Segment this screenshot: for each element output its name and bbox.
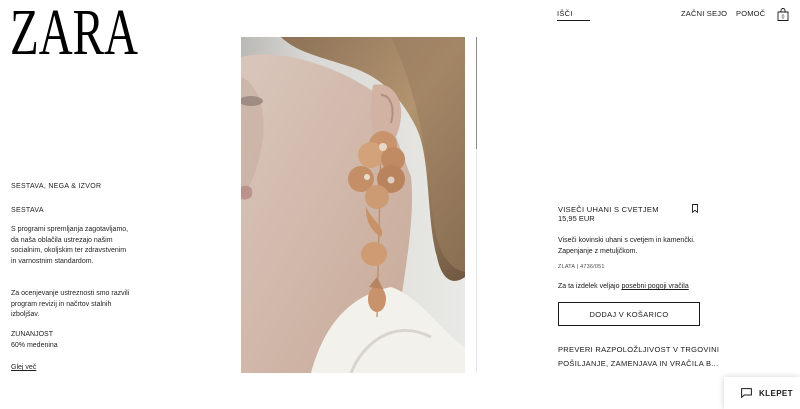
add-to-cart-button[interactable]: DODAJ V KOŠARICO <box>558 302 700 326</box>
composition-outer-value: 60% medenina <box>11 342 58 349</box>
login-link[interactable]: ZAČNI SEJO <box>681 9 727 18</box>
composition-subtitle: SESTAVA <box>11 207 44 214</box>
chat-label: KLEPET <box>759 388 793 398</box>
shipping-returns-link[interactable]: POŠILJANJE, ZAMENJAVA IN VRAČILA B... <box>558 359 718 368</box>
help-link[interactable]: POMOČ <box>736 9 765 18</box>
product-description: Viseči kovinski uhani s cvetjem in kamen… <box>558 237 695 255</box>
returns-prefix: Za ta izdelek veljajo <box>558 283 620 290</box>
composition-paragraph: Za ocenjevanje ustreznosti smo razvili p… <box>11 290 130 318</box>
bookmark-icon[interactable] <box>692 204 698 213</box>
special-returns-link[interactable]: posebni pogoji vračila <box>621 283 688 290</box>
logo-text: ZARA <box>10 4 138 56</box>
product-image[interactable] <box>241 37 465 373</box>
composition-title: SESTAVA, NEGA & IZVOR <box>11 183 102 190</box>
zara-logo[interactable]: ZARA <box>10 4 138 56</box>
returns-note: Za ta izdelek veljajo posebni pogoji vra… <box>558 283 689 290</box>
composition-outer-label: ZUNANJOST <box>11 331 53 338</box>
image-scroll-thumb[interactable] <box>476 37 477 149</box>
shopping-bag-icon[interactable]: 0 <box>777 8 789 21</box>
chat-bubble-icon <box>741 388 752 398</box>
composition-paragraph: S programi spremljanja zagotavljamo, da … <box>11 226 129 265</box>
see-more-link[interactable]: Glej več <box>11 363 131 374</box>
product-price: 15,95 EUR <box>558 214 595 223</box>
chat-button[interactable]: KLEPET <box>724 377 800 409</box>
check-store-availability-link[interactable]: PREVERI RAZPOLOŽLJIVOST V TRGOVINI <box>558 345 719 354</box>
product-name: VISEČI UHANI S CVETJEM <box>558 205 659 214</box>
svg-text:0: 0 <box>782 15 785 21</box>
search-field[interactable]: IŠČI <box>557 9 590 21</box>
product-color-reference: ZLATA | 4736/051 <box>558 264 605 270</box>
